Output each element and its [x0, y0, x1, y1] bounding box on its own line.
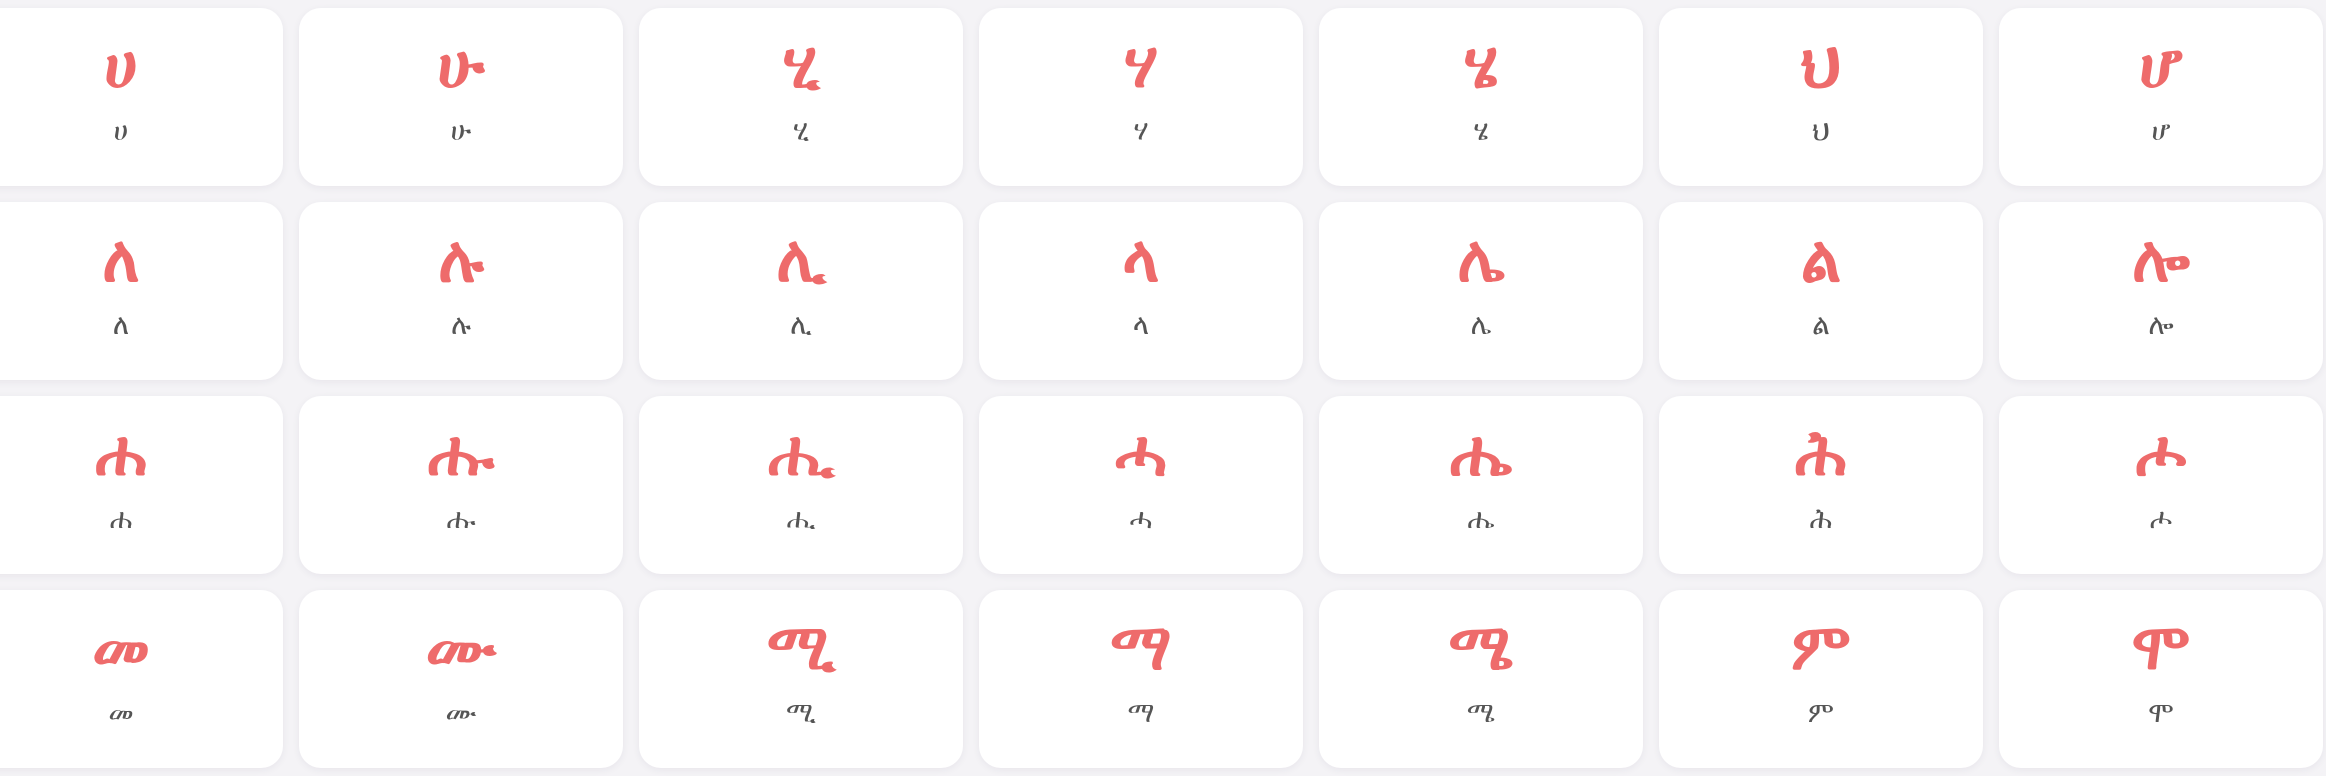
letter-glyph: ሓ — [1114, 417, 1168, 491]
letter-label: ሔ — [1467, 502, 1495, 535]
letter-glyph: ሖ — [2135, 417, 2187, 491]
letter-label: ሂ — [792, 114, 810, 147]
letter-card-me-6[interactable]: ምም — [1659, 590, 1983, 768]
letter-glyph: ሚ — [766, 611, 836, 685]
letter-label: ሕ — [1809, 502, 1833, 535]
letter-glyph: ሄ — [1463, 29, 1499, 103]
letter-glyph: ሞ — [2131, 611, 2191, 685]
letter-glyph: ሌ — [1457, 223, 1505, 297]
letter-label: ሄ — [1473, 114, 1489, 147]
letter-card-ha-4[interactable]: ሃሃ — [979, 8, 1303, 186]
letter-glyph: ሔ — [1449, 417, 1513, 491]
letter-glyph: ሕ — [1794, 417, 1848, 491]
letter-glyph: ሎ — [2132, 223, 2190, 297]
letter-glyph: ሐ — [95, 417, 147, 491]
letter-card-ha-5[interactable]: ሄሄ — [1319, 8, 1643, 186]
letter-label: ሀ — [113, 114, 129, 147]
letter-label: ሁ — [450, 114, 472, 147]
letter-label: ም — [1807, 696, 1835, 729]
letter-card-me-7[interactable]: ሞሞ — [1999, 590, 2323, 768]
letter-card-hha-3[interactable]: ሒሒ — [639, 396, 963, 574]
letter-label: ሑ — [446, 502, 476, 535]
letter-glyph: መ — [92, 611, 150, 685]
letter-card-le-5[interactable]: ሌሌ — [1319, 202, 1643, 380]
letter-card-hha-4[interactable]: ሓሓ — [979, 396, 1303, 574]
letter-label: ሙ — [445, 696, 477, 729]
letter-label: ሉ — [450, 308, 472, 341]
letter-card-hha-2[interactable]: ሑሑ — [299, 396, 623, 574]
letter-label: ሓ — [1129, 502, 1153, 535]
letter-glyph: ሜ — [1448, 611, 1514, 685]
letter-card-le-7[interactable]: ሎሎ — [1999, 202, 2323, 380]
letter-card-ha-1[interactable]: ሀሀ — [0, 8, 283, 186]
letter-card-ha-3[interactable]: ሂሂ — [639, 8, 963, 186]
letter-label: ሜ — [1466, 696, 1496, 729]
letter-label: ለ — [112, 308, 130, 341]
letter-label: ሃ — [1133, 114, 1149, 147]
letter-label: ላ — [1132, 308, 1150, 341]
letter-card-ha-6[interactable]: ህህ — [1659, 8, 1983, 186]
letter-glyph: ሆ — [2139, 29, 2183, 103]
letter-label: ሒ — [786, 502, 816, 535]
letter-label: ህ — [1812, 114, 1830, 147]
letter-label: ሌ — [1470, 308, 1492, 341]
letter-label: ሖ — [2149, 502, 2173, 535]
letter-glyph: ሙ — [425, 611, 497, 685]
letter-card-hha-6[interactable]: ሕሕ — [1659, 396, 1983, 574]
letter-card-le-2[interactable]: ሉሉ — [299, 202, 623, 380]
letter-label: ሐ — [109, 502, 133, 535]
letter-glyph: ሉ — [438, 223, 484, 297]
letter-card-le-3[interactable]: ሊሊ — [639, 202, 963, 380]
letter-glyph: ህ — [1800, 29, 1842, 103]
letter-glyph: ለ — [102, 223, 140, 297]
letter-card-me-2[interactable]: ሙሙ — [299, 590, 623, 768]
letter-glyph: ሁ — [437, 29, 485, 103]
letter-card-le-4[interactable]: ላላ — [979, 202, 1303, 380]
letter-card-me-4[interactable]: ማማ — [979, 590, 1303, 768]
letter-card-le-1[interactable]: ለለ — [0, 202, 283, 380]
letter-glyph: ሒ — [767, 417, 835, 491]
letter-card-me-1[interactable]: መመ — [0, 590, 283, 768]
letter-glyph: ሊ — [776, 223, 826, 297]
letter-label: ሆ — [2151, 114, 2171, 147]
letter-card-le-6[interactable]: ልል — [1659, 202, 1983, 380]
letter-grid: ሀሀሁሁሂሂሃሃሄሄህህሆሆለለሉሉሊሊላላሌሌልልሎሎሐሐሑሑሒሒሓሓሔሔሕሕ… — [0, 8, 2323, 768]
letter-glyph: ላ — [1122, 223, 1160, 297]
letter-card-ha-2[interactable]: ሁሁ — [299, 8, 623, 186]
letter-card-me-5[interactable]: ሜሜ — [1319, 590, 1643, 768]
letter-card-hha-5[interactable]: ሔሔ — [1319, 396, 1643, 574]
letter-card-ha-7[interactable]: ሆሆ — [1999, 8, 2323, 186]
letter-label: ሎ — [2148, 308, 2174, 341]
letter-card-hha-7[interactable]: ሖሖ — [1999, 396, 2323, 574]
letter-label: ማ — [1127, 696, 1155, 729]
letter-label: ሊ — [790, 308, 812, 341]
letter-label: መ — [108, 696, 134, 729]
letter-glyph: ማ — [1110, 611, 1172, 685]
letter-glyph: ሀ — [104, 29, 138, 103]
letter-glyph: ሂ — [782, 29, 820, 103]
letter-glyph: ም — [1791, 611, 1851, 685]
letter-card-hha-1[interactable]: ሐሐ — [0, 396, 283, 574]
letter-label: ል — [1812, 308, 1830, 341]
letter-card-me-3[interactable]: ሚሚ — [639, 590, 963, 768]
letter-glyph: ሃ — [1123, 29, 1159, 103]
letter-label: ሞ — [2148, 696, 2174, 729]
letter-glyph: ሑ — [427, 417, 495, 491]
letter-label: ሚ — [786, 696, 816, 729]
letter-glyph: ል — [1800, 223, 1842, 297]
